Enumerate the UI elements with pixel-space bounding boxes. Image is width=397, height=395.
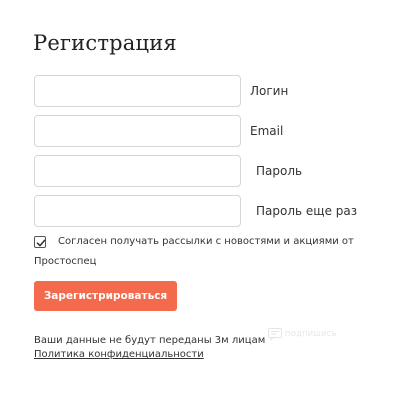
password-label: Пароль [256,164,303,178]
email-input[interactable] [34,115,241,147]
password-input[interactable] [34,155,241,187]
password-repeat-input[interactable] [34,195,241,227]
check-icon [36,239,46,247]
password-repeat-label: Пароль еще раз [256,204,358,218]
password-repeat-row: Пароль еще раз [34,195,384,227]
consent-checkbox[interactable] [34,236,46,248]
register-button[interactable]: Зарегистрироваться [34,281,177,311]
page-title: Регистрация [33,31,177,55]
login-input[interactable] [34,75,241,107]
email-label: Email [250,124,284,138]
consent-text: Согласен получать рассылки с новостями и… [58,236,354,247]
privacy-note: Ваши данные не будут переданы 3м лицам [34,335,266,346]
email-row: Email [34,115,384,147]
logo-icon [268,328,282,340]
privacy-policy-link[interactable]: Политика конфиденциальности [34,348,204,362]
login-label: Логин [250,84,289,98]
login-row: Логин [34,75,384,107]
consent-text-continued: Простоспец [34,256,97,267]
password-row: Пароль [34,155,384,187]
watermark-text: ПОДПИШИСЬ [285,330,337,338]
watermark: ПОДПИШИСЬ [268,327,348,341]
